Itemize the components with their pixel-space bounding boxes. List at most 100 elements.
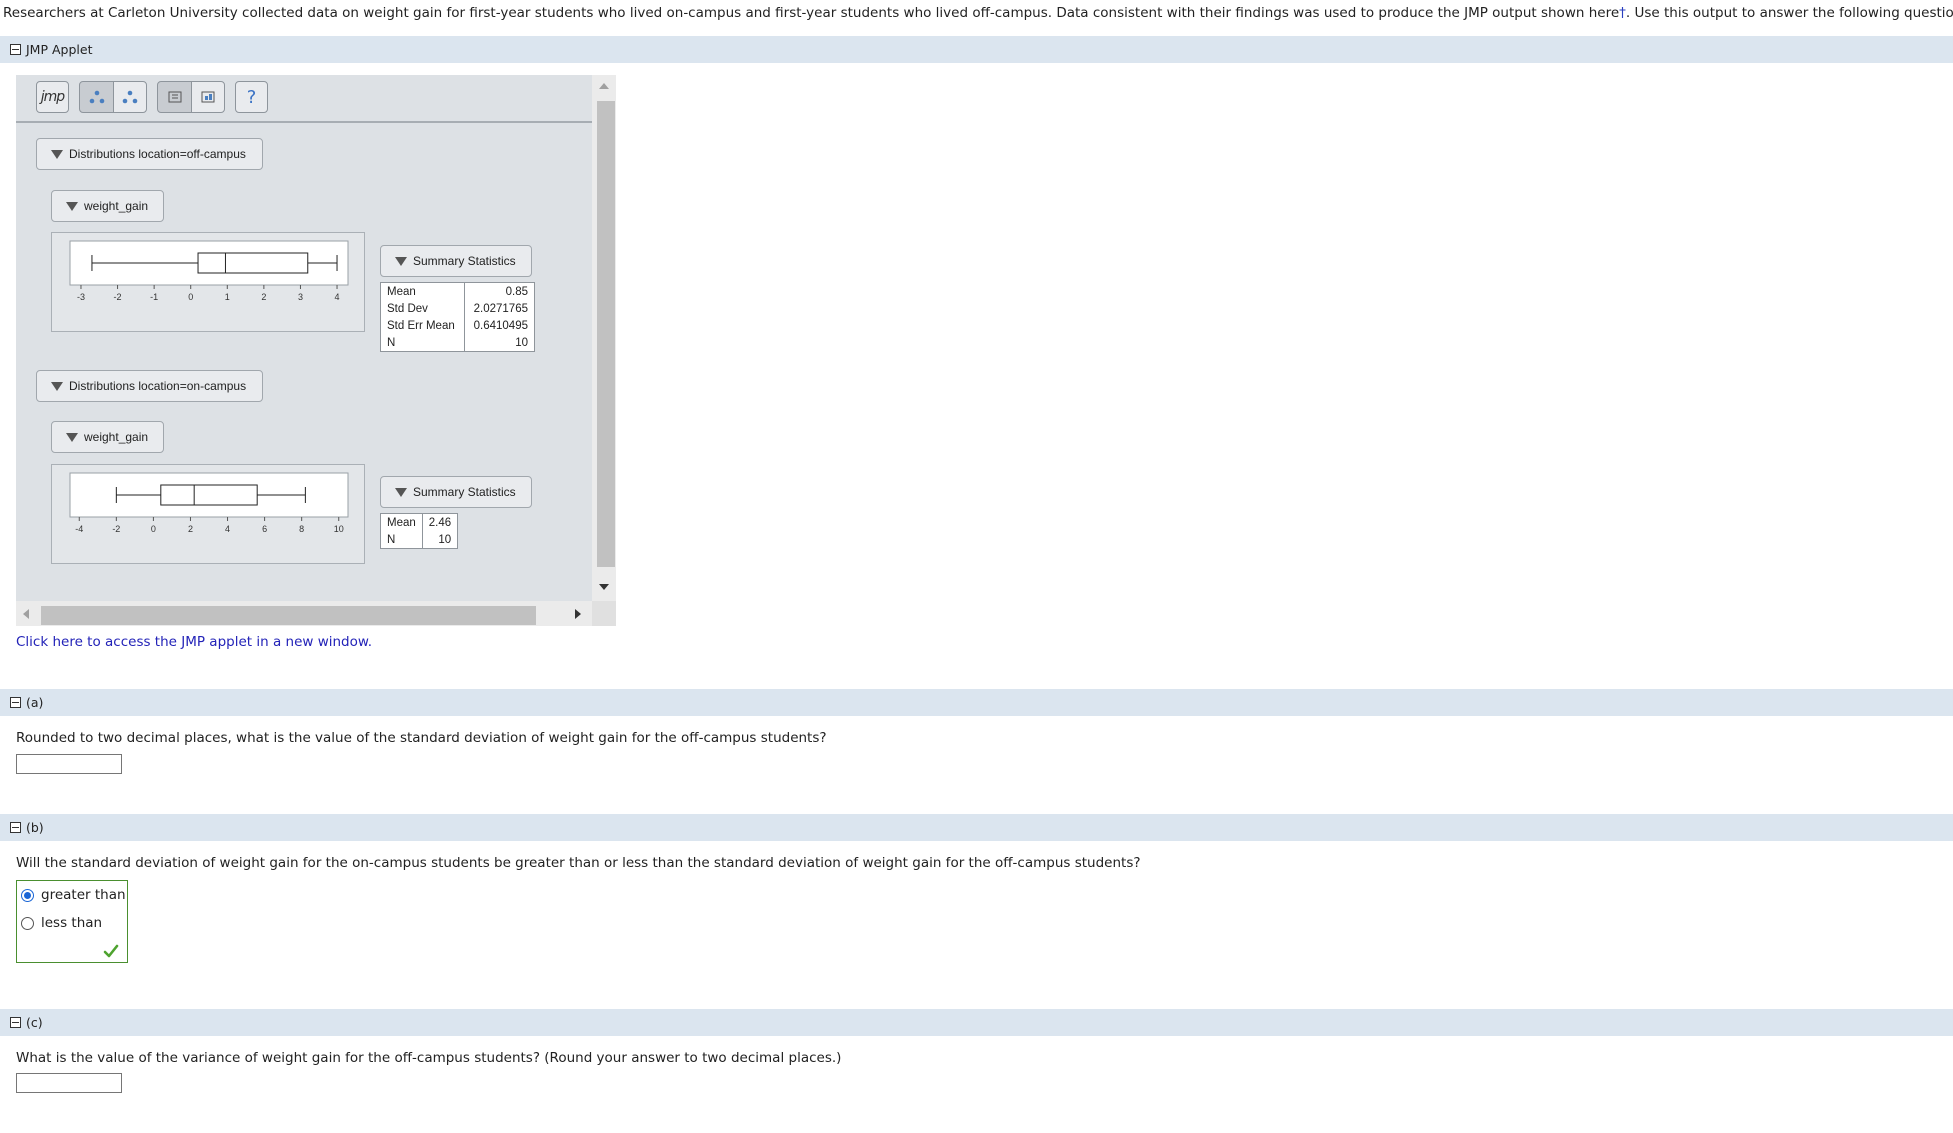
stats-row: Std Dev 2.0271765: [380, 300, 536, 317]
scroll-up-icon[interactable]: [598, 82, 610, 90]
collapse-icon[interactable]: [10, 1017, 21, 1028]
radio-label: less than: [41, 915, 103, 931]
stat-value: 2.46: [421, 513, 459, 531]
applet-toolbar: jmp ?: [16, 75, 592, 123]
stats-row: Mean 0.85: [380, 282, 536, 300]
distributions-off-campus-header[interactable]: Distributions location=off-campus: [36, 138, 263, 170]
section-bar-a: (a): [0, 689, 1953, 716]
stats-row: N 10: [380, 531, 459, 549]
intro-text: Researchers at Carleton University colle…: [3, 5, 1953, 21]
tick-label: 10: [334, 524, 344, 534]
group-header-label: Distributions location=off-campus: [69, 147, 246, 161]
stat-label: Std Err Mean: [380, 317, 465, 334]
distributions-on-campus-header[interactable]: Distributions location=on-campus: [36, 370, 263, 402]
tick-label: 6: [262, 524, 267, 534]
vertical-scroll-thumb[interactable]: [597, 101, 615, 567]
stats-row: N 10: [380, 334, 536, 352]
open-applet-link[interactable]: Click here to access the JMP applet in a…: [16, 634, 372, 650]
report-view-button[interactable]: [157, 81, 192, 113]
stat-label: Std Dev: [380, 300, 465, 317]
radio-button[interactable]: [21, 916, 34, 930]
tick-label: 0: [188, 292, 193, 302]
tick-label: 0: [151, 524, 156, 534]
boxplot-off-campus: -3 -2 -1 0 1 2 3 4: [51, 232, 365, 332]
horizontal-scrollbar[interactable]: [16, 601, 592, 626]
boxplot-svg: -3 -2 -1 0 1 2 3 4: [69, 240, 349, 302]
iqr-box: [197, 252, 309, 274]
stat-value: 10: [463, 334, 536, 352]
radio-label: greater than: [41, 887, 126, 903]
section-label: (b): [26, 820, 44, 835]
summary-stats-on-campus-table: Mean 2.46 N 10: [380, 513, 459, 549]
answer-b-radio-group: greater than less than: [16, 880, 128, 963]
tick-label: 4: [225, 524, 230, 534]
stat-value: 0.6410495: [463, 317, 536, 334]
tick-label: -4: [75, 524, 83, 534]
radio-option-less[interactable]: less than: [21, 915, 102, 931]
disclosure-triangle-icon[interactable]: [395, 256, 407, 266]
stat-label: N: [380, 334, 465, 352]
footnote-dagger-link[interactable]: †: [1619, 5, 1626, 21]
answer-c-input[interactable]: [16, 1073, 122, 1093]
tick-label: -2: [114, 292, 122, 302]
collapse-icon[interactable]: [10, 697, 21, 708]
disclosure-triangle-icon[interactable]: [66, 432, 78, 442]
stat-label: Mean: [380, 282, 465, 300]
graph-icon: [201, 91, 215, 103]
vertical-scrollbar[interactable]: [592, 75, 616, 601]
weight-gain-off-campus-header[interactable]: weight_gain: [51, 190, 164, 222]
stat-value: 10: [421, 531, 459, 549]
tick-label: 8: [299, 524, 304, 534]
section-label: (c): [26, 1015, 43, 1030]
tick-label: 4: [335, 292, 340, 302]
tick-label: -1: [150, 292, 158, 302]
stat-value: 2.0271765: [463, 300, 536, 317]
help-icon: ?: [246, 86, 257, 108]
jmp-logo-icon: jmp: [40, 89, 65, 105]
disclosure-triangle-icon[interactable]: [66, 201, 78, 211]
summary-stats-off-campus-table: Mean 0.85 Std Dev 2.0271765 Std Err Mean 0.…: [380, 282, 536, 352]
collapse-icon[interactable]: [10, 822, 21, 833]
tick-label: -2: [112, 524, 120, 534]
section-label: (a): [26, 695, 44, 710]
summary-stats-off-campus-header[interactable]: Summary Statistics: [380, 245, 532, 277]
jmp-logo-button[interactable]: jmp: [36, 81, 69, 113]
scroll-left-icon[interactable]: [22, 608, 30, 620]
tick-label: -3: [77, 292, 85, 302]
stat-label: N: [380, 531, 423, 549]
disclosure-triangle-icon[interactable]: [51, 149, 63, 159]
weight-gain-on-campus-header[interactable]: weight_gain: [51, 421, 164, 453]
points-view-button[interactable]: [79, 81, 114, 113]
answer-a-input[interactable]: [16, 754, 122, 774]
variable-label: weight_gain: [84, 430, 149, 444]
horizontal-scroll-thumb[interactable]: [41, 606, 536, 625]
scroll-corner: [592, 601, 616, 626]
boxplot-on-campus: -4 -2 0 2 4 6 8 10: [51, 464, 365, 564]
graph-view-button[interactable]: [191, 81, 225, 113]
stat-label: Mean: [380, 513, 423, 531]
question-c: What is the value of the variance of wei…: [16, 1050, 842, 1066]
intro-body: Researchers at Carleton University colle…: [3, 5, 1620, 21]
points-alt-view-button[interactable]: [113, 81, 147, 113]
tick-label: 3: [298, 292, 303, 302]
dots-icon: [89, 90, 104, 104]
stat-value: 0.85: [463, 282, 536, 300]
radio-option-greater[interactable]: greater than: [21, 887, 126, 903]
stats-title: Summary Statistics: [413, 254, 516, 268]
collapse-icon[interactable]: [10, 44, 21, 55]
iqr-box: [160, 484, 258, 506]
scroll-down-icon[interactable]: [598, 583, 610, 591]
question-b: Will the standard deviation of weight ga…: [16, 855, 1141, 871]
tick-label: 2: [188, 524, 193, 534]
stats-title: Summary Statistics: [413, 485, 516, 499]
tick-label: 2: [261, 292, 266, 302]
radio-button-selected[interactable]: [21, 888, 34, 902]
summary-stats-on-campus-header[interactable]: Summary Statistics: [380, 476, 532, 508]
scroll-right-icon[interactable]: [574, 608, 582, 620]
help-button[interactable]: ?: [235, 81, 268, 113]
boxplot-svg: -4 -2 0 2 4 6 8 10: [69, 472, 349, 534]
disclosure-triangle-icon[interactable]: [395, 487, 407, 497]
question-a: Rounded to two decimal places, what is t…: [16, 730, 827, 746]
group-header-label: Distributions location=on-campus: [69, 379, 247, 393]
disclosure-triangle-icon[interactable]: [51, 381, 63, 391]
